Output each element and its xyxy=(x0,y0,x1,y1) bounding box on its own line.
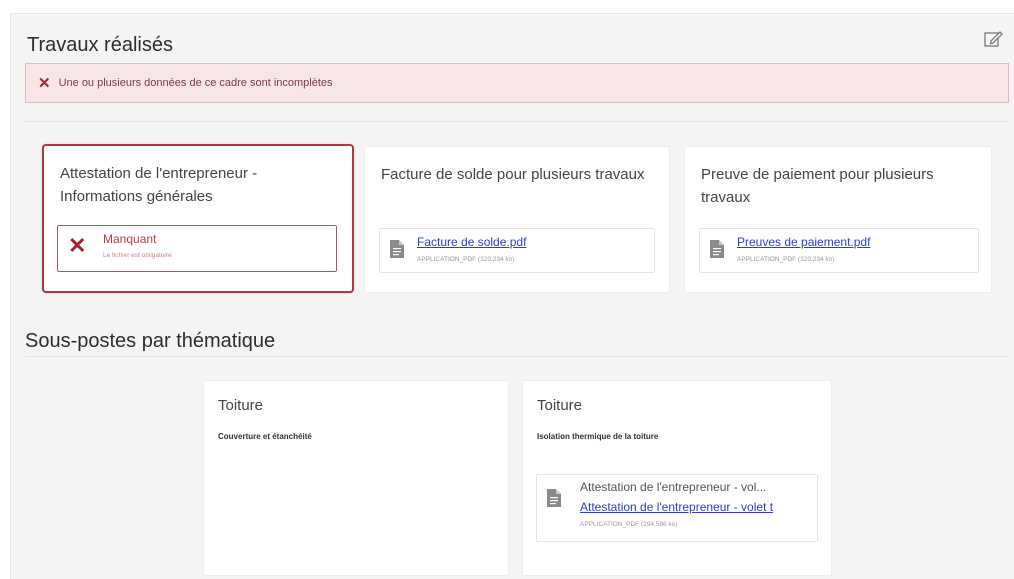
divider xyxy=(25,121,1008,122)
file-meta: APPLICATION_PDF (294.586 ko) xyxy=(580,521,678,528)
document-icon xyxy=(390,240,404,258)
document-name: Attestation de l'entrepreneur - vol... xyxy=(580,480,767,494)
document-icon xyxy=(710,240,724,258)
thematic-subtitle: Isolation thermique de la toiture xyxy=(537,432,659,441)
card-title: Facture de solde pour plusieurs travaux xyxy=(381,166,645,183)
missing-label: Manquant xyxy=(103,232,157,246)
file-box: Facture de solde.pdf APPLICATION_PDF (32… xyxy=(379,228,655,273)
error-x-icon: ✕ xyxy=(38,75,51,92)
section-title: Travaux réalisés xyxy=(27,34,173,56)
missing-x-icon: ✕ xyxy=(68,233,87,258)
card-attestation-entrepreneur: Attestation de l'entrepreneur - Informat… xyxy=(42,144,354,293)
file-box: Preuves de paiement.pdf APPLICATION_PDF … xyxy=(699,228,979,273)
travaux-panel: Travaux réalisés ✕ Une ou plusieurs donn… xyxy=(10,13,1014,579)
attestation-file-link[interactable]: Attestation de l'entrepreneur - volet t xyxy=(580,500,815,514)
subsection-title: Sous-postes par thématique xyxy=(25,330,276,352)
card-title: Preuve de paiement pour plusieurs travau… xyxy=(701,166,934,206)
file-meta: APPLICATION_PDF (320.234 ko) xyxy=(417,256,515,263)
facture-file-link[interactable]: Facture de solde.pdf xyxy=(417,235,526,249)
missing-sub: Le fichier est obligatoire xyxy=(103,252,172,259)
document-icon xyxy=(547,489,561,507)
thematic-title: Toiture xyxy=(218,397,264,414)
card-preuve-paiement: Preuve de paiement pour plusieurs travau… xyxy=(684,146,992,293)
thematic-title: Toiture xyxy=(537,397,583,414)
file-box: Attestation de l'entrepreneur - vol... A… xyxy=(536,474,818,542)
incomplete-alert: ✕ Une ou plusieurs données de ce cadre s… xyxy=(25,63,1009,103)
card-title: Attestation de l'entrepreneur - Informat… xyxy=(60,165,258,205)
thematic-card-couverture: Toiture Couverture et étanchéité xyxy=(203,380,509,576)
thematic-card-isolation: Toiture Isolation thermique de la toitur… xyxy=(522,380,832,576)
preuve-file-link[interactable]: Preuves de paiement.pdf xyxy=(737,235,870,249)
alert-text: Une ou plusieurs données de ce cadre son… xyxy=(58,77,333,89)
thematic-subtitle: Couverture et étanchéité xyxy=(218,432,312,441)
edit-icon[interactable] xyxy=(982,28,1004,50)
missing-file-box[interactable]: ✕ Manquant Le fichier est obligatoire xyxy=(57,225,337,272)
card-facture-solde: Facture de solde pour plusieurs travaux … xyxy=(364,146,670,293)
divider xyxy=(25,356,1008,357)
file-meta: APPLICATION_PDF (320.234 ko) xyxy=(737,256,835,263)
